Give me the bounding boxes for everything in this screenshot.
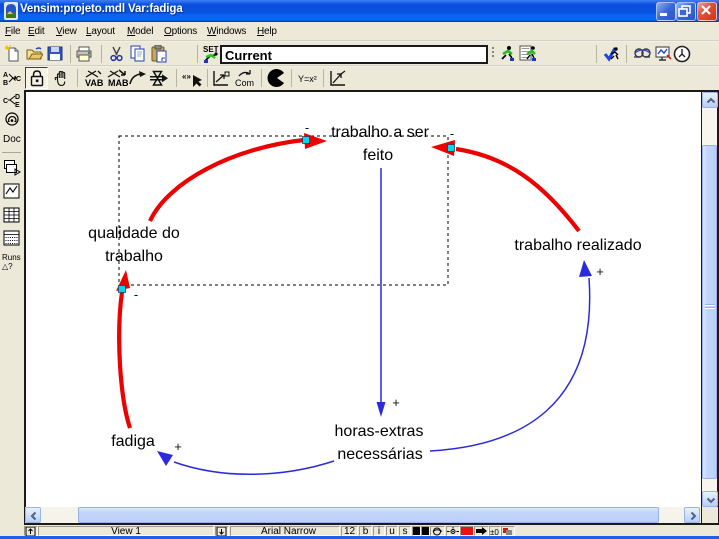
svg-text:trabalho: trabalho (105, 248, 163, 265)
svg-text:feito: feito (363, 147, 393, 164)
svg-text:-: - (450, 126, 454, 141)
svg-text:±0: ±0 (490, 528, 499, 536)
svg-text:trabalho realizado: trabalho realizado (514, 237, 641, 254)
svg-text:D: D (15, 94, 20, 101)
svg-text:+: + (392, 395, 400, 410)
svg-text:+: + (174, 439, 182, 454)
svg-text:B: B (3, 80, 8, 86)
svg-text:Com: Com (235, 78, 254, 88)
svg-text:-: - (305, 120, 309, 135)
svg-text:A: A (3, 72, 8, 79)
svg-text:Y=x²: Y=x² (298, 74, 317, 84)
svg-text:horas-extras: horas-extras (335, 423, 424, 440)
svg-text:VAB: VAB (85, 78, 104, 88)
svg-text:MAB: MAB (108, 78, 128, 88)
svg-text:-: - (134, 287, 138, 302)
svg-text:+: + (596, 264, 604, 279)
svg-text:«»: «» (182, 72, 191, 81)
svg-text:C: C (16, 76, 21, 83)
svg-text:fadiga: fadiga (111, 433, 155, 450)
svg-text:E: E (15, 102, 20, 108)
svg-text:necessárias: necessárias (337, 446, 422, 463)
svg-text:trabalho a ser: trabalho a ser (331, 124, 430, 141)
svg-text:qualidade do: qualidade do (88, 225, 180, 242)
svg-text:C: C (3, 98, 8, 105)
